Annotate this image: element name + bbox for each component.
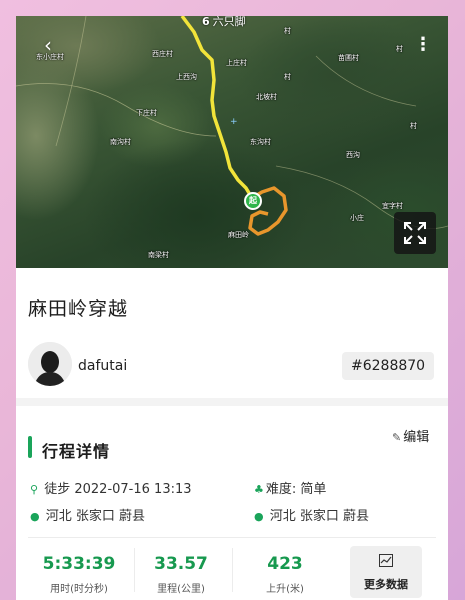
- stat-label: 里程(公里): [157, 584, 205, 595]
- route-header-card: 麻田岭穿越 dafutai #6288870: [16, 268, 448, 398]
- stat-distance: 33.57 里程(公里): [136, 554, 226, 595]
- route-track-main: [180, 16, 254, 199]
- difficulty-label: 难度:: [265, 482, 297, 497]
- start-location: 河北 张家口 蔚县: [45, 509, 146, 524]
- edit-icon: ✎: [392, 431, 402, 444]
- more-vertical-icon: ⋮: [414, 34, 432, 55]
- map-place-label: 苗圃村: [338, 54, 359, 62]
- more-options-button[interactable]: ⋮: [412, 34, 434, 58]
- stat-separator: [134, 548, 135, 592]
- activity-row: ⚲ 徒步 2022-07-16 13:13: [30, 478, 192, 497]
- map-place-label: 宜字村: [382, 202, 403, 210]
- map-place-label: 村: [284, 73, 291, 81]
- map-place-label: 下庄村: [136, 109, 157, 117]
- section-title: 行程详情: [42, 442, 111, 461]
- expand-map-button[interactable]: [394, 212, 436, 254]
- chart-icon: [350, 554, 422, 571]
- stat-label: 用时(时分秒): [50, 584, 108, 595]
- edit-label: 编辑: [403, 430, 430, 445]
- map-road: [55, 16, 87, 147]
- trip-details-card: 行程详情 ✎ 编辑 ⚲ 徒步 2022-07-16 13:13 ♣ 难度: 简单 ●…: [16, 406, 448, 600]
- map-place-label: 上西沟: [176, 73, 197, 81]
- divider: [28, 537, 436, 538]
- map-center-crosshair: +: [230, 117, 238, 127]
- stat-separator: [232, 548, 233, 592]
- username[interactable]: dafutai: [78, 358, 127, 374]
- map-place-label: 西庄村: [152, 50, 173, 58]
- map-place-label: 东小庄村: [36, 53, 64, 61]
- stat-value: 33.57: [154, 554, 208, 574]
- activity-type: 徒步: [44, 482, 71, 497]
- map-place-label: 村: [396, 45, 403, 53]
- app-screen: 6 六只脚 ‹ ⋮ 东小庄村 西庄村 村 村 上庄村 苗圃村 村 上西沟 北坡村 …: [16, 16, 448, 600]
- more-data-button[interactable]: 更多数据: [350, 546, 422, 598]
- location-pin-icon: ●: [254, 510, 264, 523]
- expand-icon: [404, 222, 426, 244]
- edit-button[interactable]: ✎ 编辑: [392, 426, 429, 445]
- route-id-badge[interactable]: #6288870: [342, 352, 435, 380]
- end-location-row: ● 河北 张家口 蔚县: [254, 505, 369, 524]
- brand-name: 六只脚: [212, 16, 246, 28]
- section-accent-bar: [28, 436, 32, 458]
- start-location-row: ● 河北 张家口 蔚县: [30, 505, 145, 524]
- more-data-label: 更多数据: [364, 578, 408, 591]
- map-place-label: 南梁村: [148, 251, 169, 259]
- activity-datetime: 2022-07-16 13:13: [74, 482, 192, 497]
- end-location: 河北 张家口 蔚县: [269, 509, 370, 524]
- stat-value: 423: [267, 554, 303, 574]
- map-place-label: 麻田岭: [228, 231, 249, 239]
- map-road: [16, 83, 217, 137]
- map-place-label: 上庄村: [226, 59, 247, 67]
- route-title: 麻田岭穿越: [28, 298, 129, 320]
- location-pin-icon: ●: [30, 510, 40, 523]
- stat-duration: 5:33:39 用时(时分秒): [34, 554, 124, 595]
- difficulty-value: 简单: [300, 482, 327, 497]
- map-place-label: 北坡村: [256, 93, 277, 101]
- difficulty-icon: ♣: [254, 483, 264, 496]
- brand-logo: 6: [202, 16, 210, 28]
- stat-ascent: 423 上升(米): [240, 554, 330, 595]
- map-place-label: 村: [284, 27, 291, 35]
- map-place-label: 小庄: [350, 214, 364, 222]
- map-place-label: 西沟: [346, 151, 360, 159]
- stat-label: 上升(米): [266, 584, 304, 595]
- map-place-label: 东沟村: [250, 138, 271, 146]
- stat-value: 5:33:39: [42, 554, 116, 574]
- map-place-label: 南沟村: [110, 138, 131, 146]
- hiking-icon: ⚲: [30, 483, 39, 496]
- start-marker[interactable]: 起: [244, 192, 262, 210]
- map-place-label: 村: [410, 122, 417, 130]
- app-brand: 6 六只脚: [202, 16, 246, 30]
- avatar-image: [28, 342, 72, 386]
- avatar[interactable]: [28, 342, 72, 386]
- difficulty-row: ♣ 难度: 简单: [254, 478, 326, 497]
- map-road: [315, 55, 417, 107]
- route-map[interactable]: 6 六只脚 ‹ ⋮ 东小庄村 西庄村 村 村 上庄村 苗圃村 村 上西沟 北坡村 …: [16, 16, 448, 268]
